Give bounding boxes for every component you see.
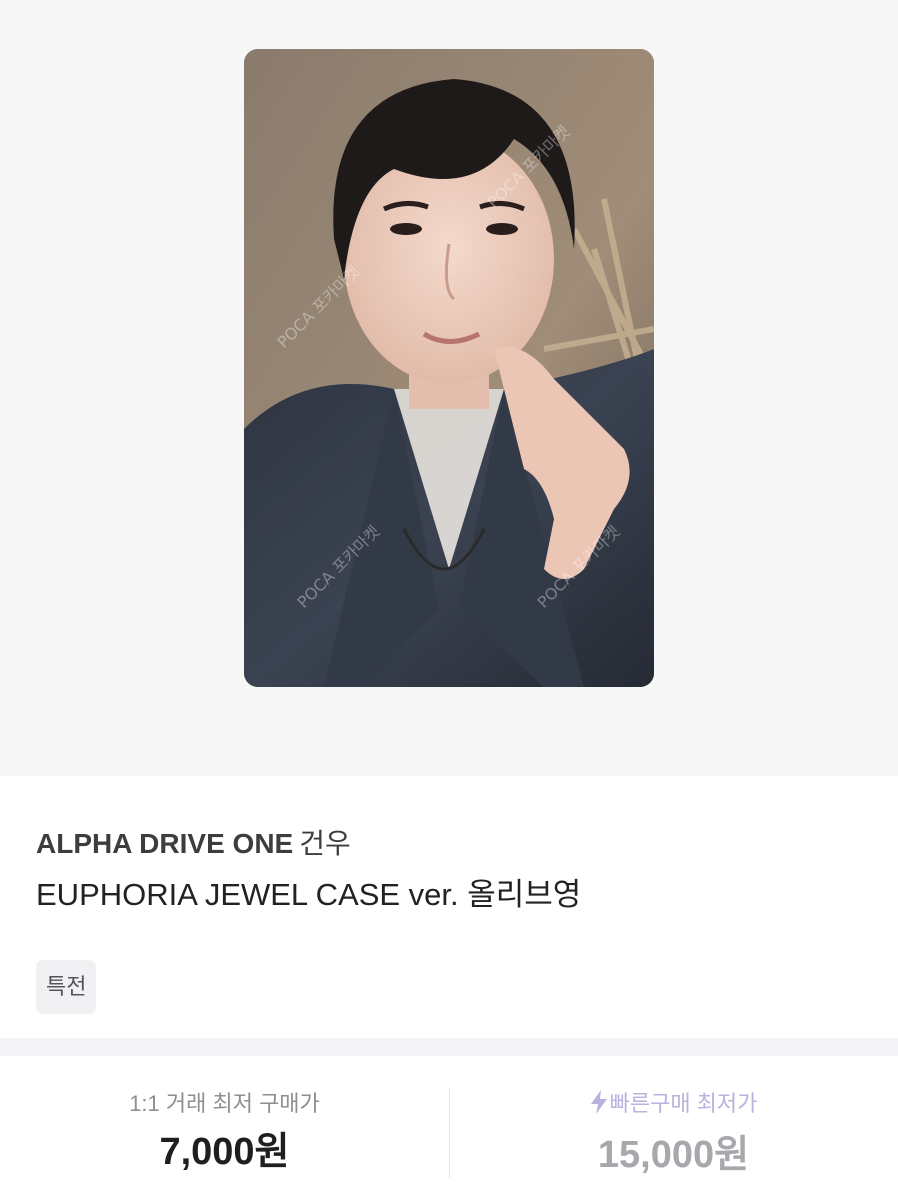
price-summary: 1:1 거래 최저 구매가 7,000원 빠른구매 최저가 15,000원: [0, 1056, 898, 1200]
group-name[interactable]: ALPHA DRIVE ONE: [36, 828, 293, 859]
member-name[interactable]: 건우: [299, 828, 351, 859]
product-title: EUPHORIA JEWEL CASE ver. 올리브영: [36, 877, 582, 912]
fast-buy-price[interactable]: 빠른구매 최저가 15,000원: [449, 1056, 898, 1200]
product-image-area: POCA 포카마켓 POCA 포카마켓 POCA 포카마켓 POCA 포카마켓: [0, 0, 898, 776]
category-tag: 특전: [36, 960, 97, 1014]
fast-buy-price-value: 15,000원: [597, 1134, 750, 1176]
fast-buy-price-label-row: 빠른구매 최저가: [449, 1090, 898, 1121]
product-info: ALPHA DRIVE ONE 건우 EUPHORIA JEWEL CASE ve…: [0, 776, 898, 1038]
price-divider: [449, 1088, 450, 1178]
one-to-one-price-label: 1:1 거래 최저 구매가: [129, 1091, 320, 1116]
one-to-one-price-value: 7,000원: [159, 1131, 290, 1173]
photocard-image[interactable]: POCA 포카마켓 POCA 포카마켓 POCA 포카마켓 POCA 포카마켓: [244, 49, 654, 687]
artist-line: ALPHA DRIVE ONE 건우: [36, 826, 862, 862]
one-to-one-price[interactable]: 1:1 거래 최저 구매가 7,000원: [0, 1056, 449, 1200]
fast-buy-price-label: 빠른구매 최저가: [609, 1091, 758, 1116]
section-divider: [0, 1038, 898, 1056]
photocard-illustration: POCA 포카마켓 POCA 포카마켓 POCA 포카마켓 POCA 포카마켓: [244, 49, 654, 687]
lightning-bolt-icon: [590, 1090, 608, 1121]
